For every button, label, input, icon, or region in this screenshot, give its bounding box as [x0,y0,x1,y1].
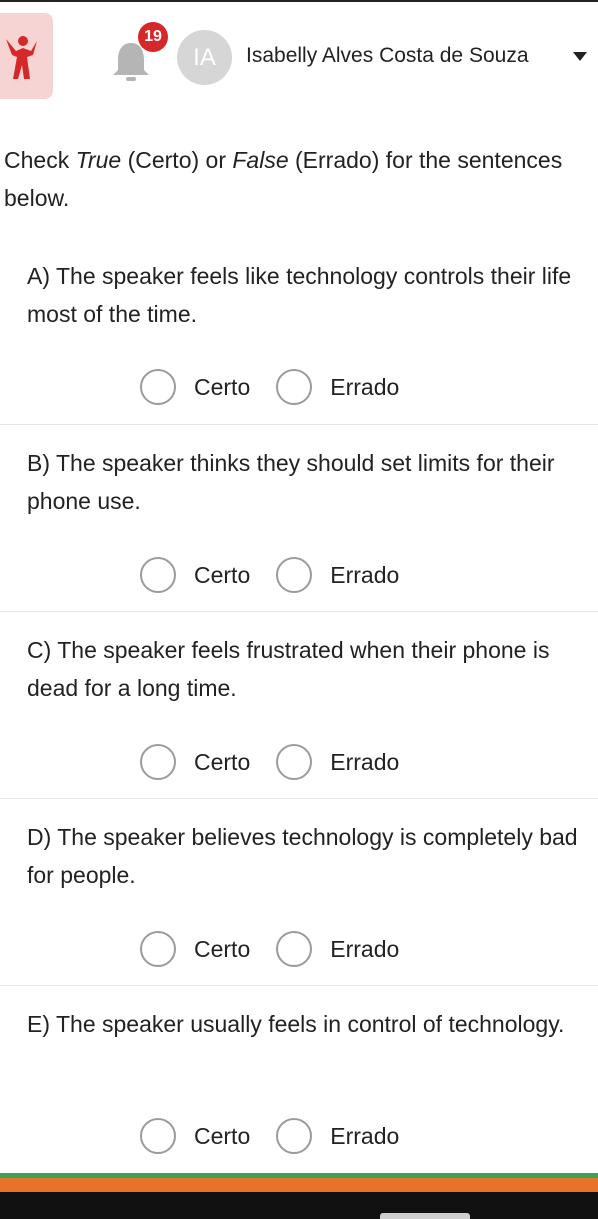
divider [0,424,598,425]
dancing-figure-icon [6,36,37,79]
radio-button[interactable] [276,931,313,967]
option-errado[interactable]: Errado [276,369,399,405]
radio-button[interactable] [140,931,176,967]
radio-button[interactable] [140,1118,176,1154]
option-certo[interactable]: Certo [140,744,250,780]
divider [0,798,598,799]
notification-badge[interactable]: 19 [138,22,168,52]
question-text: E) The speaker usually feels in control … [27,1011,565,1037]
radio-button[interactable] [140,744,176,780]
options-b: Certo Errado [140,555,399,595]
options-e: Certo Errado [140,1116,399,1156]
question-text: B) The speaker thinks they should set li… [27,450,555,514]
top-border [0,0,598,2]
user-name[interactable]: Isabelly Alves Costa de Souza [246,44,529,68]
divider [0,985,598,986]
instructions: Check True (Certo) or False (Errado) for… [4,147,563,211]
options-c: Certo Errado [140,742,399,782]
options-a: Certo Errado [140,367,399,407]
question-text: A) The speaker feels like technology con… [27,263,572,327]
option-certo[interactable]: Certo [140,557,250,593]
divider [0,611,598,612]
question-e: E) The speaker usually feels in control … [0,1005,598,1043]
question-a: A) The speaker feels like technology con… [0,257,598,333]
question-c: C) The speaker feels frustrated when the… [0,631,598,707]
question-b: B) The speaker thinks they should set li… [0,444,598,520]
radio-button[interactable] [140,369,176,405]
option-errado[interactable]: Errado [276,557,399,593]
home-indicator[interactable] [380,1213,470,1219]
option-errado[interactable]: Errado [276,744,399,780]
radio-button[interactable] [276,369,313,405]
footer-orange-bar [0,1178,598,1192]
option-certo[interactable]: Certo [140,931,250,967]
option-certo[interactable]: Certo [140,1118,250,1154]
radio-button[interactable] [276,557,313,593]
question-d: D) The speaker believes technology is co… [0,818,598,894]
app-logo[interactable] [0,13,53,99]
question-text: D) The speaker believes technology is co… [27,824,578,888]
system-nav-bar [0,1192,598,1219]
option-errado[interactable]: Errado [276,931,399,967]
radio-button[interactable] [140,557,176,593]
radio-button[interactable] [276,1118,313,1154]
options-d: Certo Errado [140,929,399,969]
question-text: C) The speaker feels frustrated when the… [27,637,550,701]
radio-button[interactable] [276,744,313,780]
caret-down-icon[interactable] [573,52,587,62]
option-errado[interactable]: Errado [276,1118,399,1154]
avatar[interactable]: IA [177,30,232,85]
option-certo[interactable]: Certo [140,369,250,405]
